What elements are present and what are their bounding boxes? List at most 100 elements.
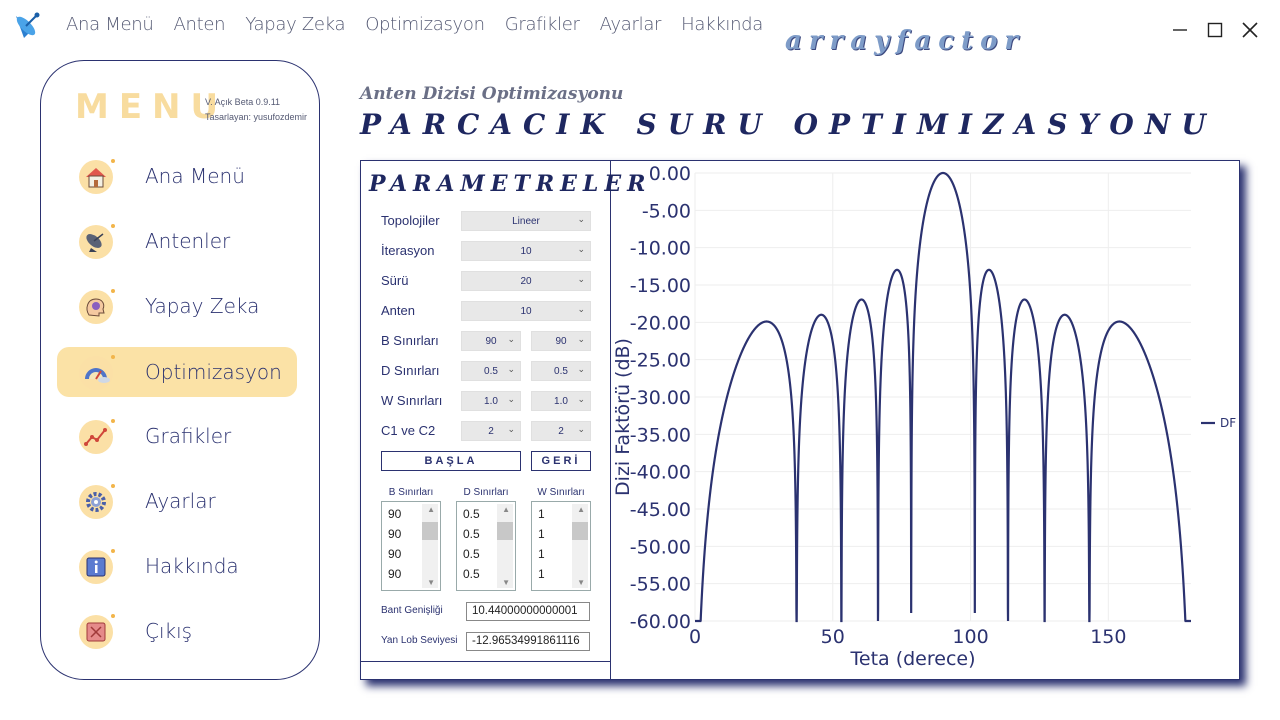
menu-anten[interactable]: Anten bbox=[174, 14, 226, 35]
sidebar-item-ana-menu[interactable]: Ana Menü bbox=[57, 151, 297, 201]
close-icon bbox=[1242, 22, 1258, 38]
sidebar-item-hakkinda[interactable]: Hakkında bbox=[57, 541, 297, 591]
list-item[interactable]: 0.5 bbox=[463, 547, 480, 561]
w-min-select[interactable]: 1.0 ⌄ bbox=[461, 391, 521, 411]
menu-ayarlar[interactable]: Ayarlar bbox=[600, 14, 662, 35]
w-bounds-row: W Sınırları 1.0 ⌄ 1.0 ⌄ bbox=[381, 391, 601, 411]
d-min-select[interactable]: 0.5 ⌄ bbox=[461, 361, 521, 381]
sidebar-item-antenler[interactable]: Antenler bbox=[57, 216, 297, 266]
brand-logo: arrayfactor bbox=[785, 26, 1026, 56]
parameters-title: PARAMETRELER bbox=[369, 171, 652, 197]
y-tick-label: -45.00 bbox=[630, 499, 691, 521]
optimization-panel: PARAMETRELER Topolojiler Lineer ⌄ İterasy… bbox=[360, 160, 1240, 680]
d-list-header: D Sınırları bbox=[463, 487, 509, 498]
chevron-down-icon: ⌄ bbox=[577, 334, 585, 344]
x-tick-label: 150 bbox=[1090, 626, 1126, 648]
page-title: PARCACIK SURU OPTIMIZASYONU bbox=[360, 108, 1217, 141]
list-item[interactable]: 0.5 bbox=[463, 567, 480, 581]
chevron-up-icon[interactable]: ▲ bbox=[502, 505, 510, 514]
list-item[interactable]: 90 bbox=[388, 507, 401, 521]
scrollbar-thumb[interactable] bbox=[422, 522, 438, 540]
scrollbar-thumb[interactable] bbox=[572, 522, 588, 540]
list-item[interactable]: 1 bbox=[538, 507, 545, 521]
c1c2-row: C1 ve C2 2 ⌄ 2 ⌄ bbox=[381, 421, 601, 441]
chevron-down-icon: ⌄ bbox=[507, 424, 515, 434]
list-item[interactable]: 1 bbox=[538, 527, 545, 541]
list-item[interactable]: 1 bbox=[538, 567, 545, 581]
sidelobe-field[interactable]: -12.96534991861116 bbox=[466, 632, 590, 651]
array-factor-chart: 0.00 -5.00 -10.00 -15.00 -20.00 -25.00 -30.00 -… bbox=[612, 163, 1236, 670]
y-tick-label: -40.00 bbox=[630, 462, 691, 484]
menu-yapay-zeka[interactable]: Yapay Zeka bbox=[245, 14, 345, 35]
chevron-down-icon: ⌄ bbox=[507, 394, 515, 404]
y-tick-label: -10.00 bbox=[630, 238, 691, 260]
scrollbar-thumb[interactable] bbox=[497, 522, 513, 540]
sidebar-item-label: Ana Menü bbox=[145, 164, 245, 188]
menu-hakkinda[interactable]: Hakkında bbox=[681, 14, 763, 35]
close-button[interactable] bbox=[1238, 18, 1262, 42]
start-button[interactable]: BAŞLA bbox=[381, 451, 521, 471]
author-label: Tasarlayan: yusufozdemir bbox=[205, 112, 308, 122]
sidebar-item-yapay-zeka[interactable]: Yapay Zeka bbox=[57, 281, 297, 331]
gear-icon bbox=[79, 484, 115, 519]
divider bbox=[361, 661, 610, 662]
scrollbar[interactable] bbox=[497, 504, 513, 588]
scrollbar[interactable] bbox=[572, 504, 588, 588]
chevron-up-icon[interactable]: ▲ bbox=[427, 505, 435, 514]
d-max-select[interactable]: 0.5 ⌄ bbox=[531, 361, 591, 381]
iteration-select[interactable]: 10 ⌄ bbox=[461, 241, 591, 261]
b-bounds-row: B Sınırları 90 ⌄ 90 ⌄ bbox=[381, 331, 601, 351]
y-tick-label: -20.00 bbox=[630, 312, 691, 334]
chevron-down-icon: ⌄ bbox=[577, 244, 585, 254]
w-list-header: W Sınırları bbox=[537, 487, 585, 498]
chevron-up-icon[interactable]: ▲ bbox=[577, 505, 585, 514]
chevron-down-icon[interactable]: ▼ bbox=[502, 578, 510, 587]
menu-grafikler[interactable]: Grafikler bbox=[505, 14, 580, 35]
chevron-down-icon: ⌄ bbox=[577, 304, 585, 314]
c1-select[interactable]: 2 ⌄ bbox=[461, 421, 521, 441]
chevron-down-icon[interactable]: ▼ bbox=[427, 578, 435, 587]
c2-select[interactable]: 2 ⌄ bbox=[531, 421, 591, 441]
list-item[interactable]: 90 bbox=[388, 547, 401, 561]
y-tick-label: -5.00 bbox=[642, 200, 691, 222]
chevron-down-icon: ⌄ bbox=[577, 424, 585, 434]
scrollbar[interactable] bbox=[422, 504, 438, 588]
d-bounds-list[interactable]: 0.5 0.5 0.5 0.5 ▲ ▼ bbox=[456, 501, 516, 591]
swarm-row: Sürü 20 ⌄ bbox=[381, 271, 601, 291]
d-max-value: 0.5 bbox=[554, 365, 568, 377]
chevron-down-icon: ⌄ bbox=[577, 394, 585, 404]
minimize-button[interactable] bbox=[1168, 18, 1192, 42]
bandwidth-field[interactable]: 10.44000000000001 bbox=[466, 602, 590, 621]
y-tick-label: -55.00 bbox=[630, 574, 691, 596]
sidebar-item-optimizasyon[interactable]: Optimizasyon bbox=[57, 347, 297, 397]
sidebar-item-grafikler[interactable]: Grafikler bbox=[57, 411, 297, 461]
y-tick-label: 0.00 bbox=[649, 163, 691, 185]
b-min-select[interactable]: 90 ⌄ bbox=[461, 331, 521, 351]
list-item[interactable]: 1 bbox=[538, 547, 545, 561]
topology-select[interactable]: Lineer ⌄ bbox=[461, 211, 591, 231]
b-bounds-list[interactable]: 90 90 90 90 ▲ ▼ bbox=[381, 501, 441, 591]
chevron-down-icon[interactable]: ▼ bbox=[577, 578, 585, 587]
iteration-label: İterasyon bbox=[381, 243, 435, 258]
maximize-button[interactable] bbox=[1203, 18, 1227, 42]
list-item[interactable]: 90 bbox=[388, 567, 401, 581]
b-max-select[interactable]: 90 ⌄ bbox=[531, 331, 591, 351]
swarm-select[interactable]: 20 ⌄ bbox=[461, 271, 591, 291]
menu-optimizasyon[interactable]: Optimizasyon bbox=[365, 14, 485, 35]
list-item[interactable]: 90 bbox=[388, 527, 401, 541]
list-item[interactable]: 0.5 bbox=[463, 527, 480, 541]
w-bounds-list[interactable]: 1 1 1 1 ▲ ▼ bbox=[531, 501, 591, 591]
home-icon bbox=[79, 159, 115, 194]
sidebar-item-ayarlar[interactable]: Ayarlar bbox=[57, 476, 297, 526]
back-button[interactable]: GERİ bbox=[531, 451, 591, 471]
x-axis-label: Teta (derece) bbox=[850, 648, 976, 670]
chevron-down-icon: ⌄ bbox=[507, 334, 515, 344]
sidebar-item-cikis[interactable]: Çıkış bbox=[57, 606, 297, 656]
menu-ana-menu[interactable]: Ana Menü bbox=[66, 14, 154, 35]
maximize-icon bbox=[1207, 22, 1223, 38]
menu-bar: Ana Menü Anten Yapay Zeka Optimizasyon G… bbox=[66, 14, 783, 35]
w-max-select[interactable]: 1.0 ⌄ bbox=[531, 391, 591, 411]
w-min-value: 1.0 bbox=[484, 395, 498, 407]
list-item[interactable]: 0.5 bbox=[463, 507, 480, 521]
antenna-select[interactable]: 10 ⌄ bbox=[461, 301, 591, 321]
